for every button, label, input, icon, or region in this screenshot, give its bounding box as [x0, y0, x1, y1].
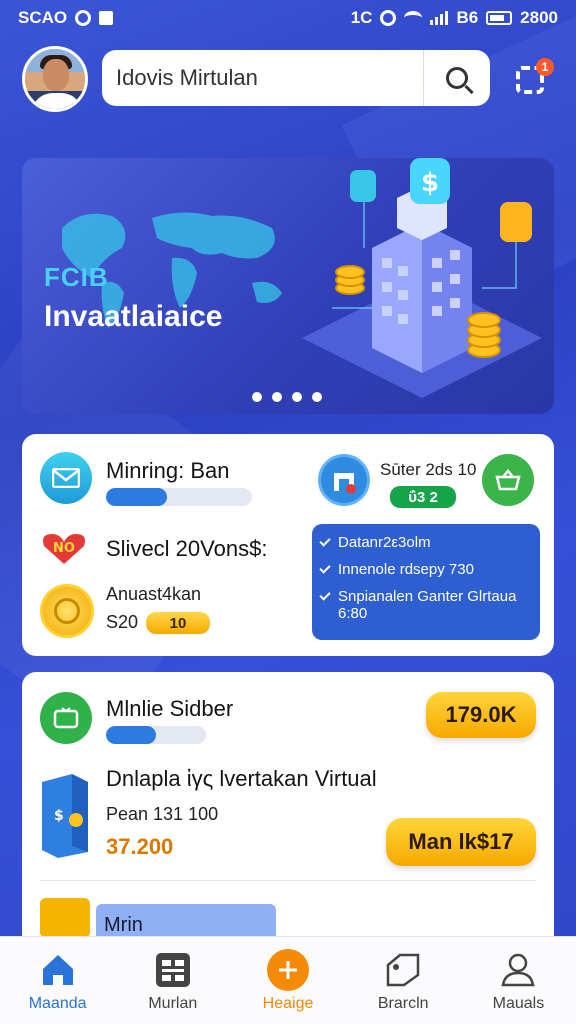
nav-item-home[interactable]: Maanda — [0, 937, 115, 1024]
pagination-dot[interactable] — [252, 392, 262, 402]
mining-label: Minring: Ban — [106, 458, 230, 483]
safe-box-icon: $ — [38, 770, 92, 858]
nav-label: Heaige — [262, 995, 314, 1012]
svg-text:$: $ — [421, 168, 439, 198]
search-bar[interactable]: Idovis Mirtulan — [102, 50, 490, 106]
pagination-dot[interactable] — [312, 392, 322, 402]
avatar[interactable] — [22, 46, 88, 112]
info-box[interactable]: Datanr2ε3olm Innenole rdsepy 730 Snpiana… — [312, 524, 540, 640]
nav-label: Brarcln — [377, 995, 429, 1012]
amount-badge: 10 — [146, 612, 210, 634]
svg-text:$: $ — [54, 808, 64, 824]
scan-button[interactable]: 1 — [512, 58, 554, 98]
nav-item-tag[interactable]: Brarcln — [346, 937, 461, 1024]
check-icon — [319, 562, 331, 574]
mobile-amount-button[interactable]: 179.0K — [426, 692, 536, 738]
plus-icon — [267, 949, 309, 991]
battery-text: B6 — [456, 8, 479, 27]
pagination-dot[interactable] — [272, 392, 282, 402]
status-text: SCAO — [18, 8, 68, 27]
search-input[interactable]: Idovis Mirtulan — [102, 65, 423, 91]
info-row-text: Innenole rdsepy 730 — [338, 561, 474, 578]
check-icon — [319, 589, 331, 601]
amount-label: Anuast4kan — [106, 584, 202, 604]
nav-label: Maanda — [28, 995, 87, 1012]
svg-text:NO: NO — [53, 541, 75, 556]
info-row: Datanr2ε3olm — [319, 534, 532, 551]
check-icon — [319, 535, 331, 547]
store-badge: ΰ3 2 — [390, 486, 456, 508]
mail-icon[interactable] — [40, 452, 92, 504]
notification-badge: 1 — [536, 58, 554, 76]
store-label: Sūter 2ds 10 — [380, 460, 477, 479]
nav-item-profile[interactable]: Mauals — [461, 937, 576, 1024]
banner-kicker: FCIB — [44, 262, 109, 292]
mobile-label: Mlnlie Sidber — [106, 696, 234, 721]
info-row: Innenole rdsepy 730 — [319, 561, 532, 578]
home-icon — [39, 951, 77, 989]
mobile-card: Mlnlie Sidber 179.0K $ Dnlapla ἱγς lvert… — [22, 672, 554, 972]
battery-icon — [486, 11, 513, 25]
info-row: Snpianalen Ganter Glrtaua 6:80 — [319, 588, 532, 622]
nav-label: Mauals — [492, 995, 545, 1012]
info-row-text: Snpianalen Ganter Glrtaua 6:80 — [338, 588, 517, 622]
mining-progress-fill — [106, 488, 168, 506]
profile-icon — [499, 951, 537, 989]
info-row-text: Datanr2ε3olm — [338, 534, 431, 551]
mining-card: Minring: Ban Sūter 2ds 10 ΰ3 2 NO Slivec… — [22, 434, 554, 656]
bottom-nav: Maanda Murlan Heaige Brarcln Mauals — [0, 936, 576, 1024]
signal-icon — [430, 11, 449, 25]
special-label: Slivecl 20Vons$: — [106, 536, 268, 561]
status-time: 2800 — [520, 8, 558, 27]
status-bar: SCAO 1C B6 2800 — [0, 0, 576, 36]
amount-value: S20 — [106, 612, 139, 632]
building-illustration: $ — [302, 158, 542, 398]
status-net-text: 1C — [350, 8, 373, 27]
banner-title: Invaatlaiaice — [44, 300, 223, 333]
nav-label: Murlan — [148, 995, 198, 1012]
product-subtitle: Pean 131 100 — [106, 804, 219, 824]
product-title: Dnlapla ἱγς lvertakan Virtual — [106, 766, 377, 791]
store-icon[interactable] — [318, 454, 370, 506]
pagination-dot[interactable] — [292, 392, 302, 402]
search-icon — [446, 67, 468, 89]
gift-icon — [40, 898, 90, 938]
wifi-icon — [404, 11, 423, 25]
basket-icon[interactable] — [482, 454, 534, 506]
record-icon — [75, 10, 92, 26]
mobile-progress-fill — [106, 726, 156, 744]
search-button[interactable] — [424, 50, 490, 106]
image-icon — [99, 11, 114, 25]
product-buy-button[interactable]: Man lk$17 — [386, 818, 536, 866]
grid-icon — [154, 951, 192, 989]
mining-progress — [106, 488, 252, 506]
mobile-progress — [106, 726, 206, 744]
divider — [40, 880, 536, 881]
promo-banner[interactable]: FCIB Invaatlaiaice $ — [22, 158, 554, 414]
product-price: 37.200 — [106, 834, 174, 859]
alarm-icon — [380, 10, 397, 26]
tag-icon — [384, 951, 422, 989]
banner-pagination[interactable] — [252, 392, 322, 402]
coin-icon — [40, 584, 94, 638]
nav-item-grid[interactable]: Murlan — [115, 937, 230, 1024]
partial-label: Mrin — [104, 914, 143, 936]
heart-icon: NO — [40, 530, 88, 566]
nav-item-add[interactable]: Heaige — [230, 937, 345, 1024]
tv-icon[interactable] — [40, 692, 92, 744]
